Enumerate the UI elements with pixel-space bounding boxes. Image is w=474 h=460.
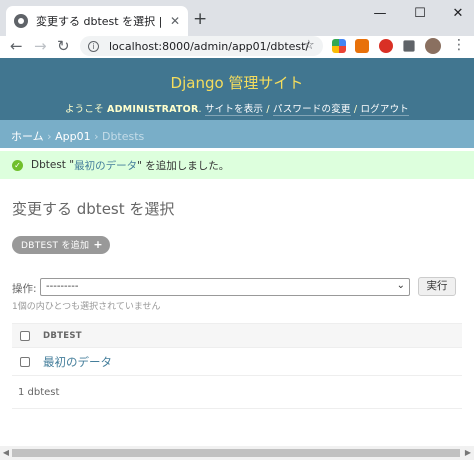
chevron-down-icon: ⌄	[396, 280, 405, 291]
row-object-link[interactable]: 最初のデータ	[43, 354, 112, 370]
table-header: DBTEST	[12, 323, 462, 348]
breadcrumb-separator: ›	[47, 130, 52, 143]
plus-icon: +	[93, 238, 103, 251]
breadcrumb-home[interactable]: ホーム	[11, 130, 44, 143]
add-dbtest-button[interactable]: DBTEST を追加 +	[12, 236, 110, 254]
globe-icon	[14, 14, 28, 28]
site-info-icon[interactable]: i	[88, 40, 99, 52]
browser-toolbar: ← → ↻ i localhost:8000/admin/app01/dbtes…	[0, 36, 474, 58]
new-tab-button[interactable]: +	[193, 9, 207, 29]
actions-label: 操作:	[12, 283, 37, 295]
close-window-button[interactable]: ✕	[448, 6, 468, 21]
tab-title: 変更する dbtest を選択 | Django サイト管理	[36, 15, 166, 28]
horizontal-scrollbar[interactable]: ◀ ▶	[0, 446, 474, 460]
tab-close-icon[interactable]: ✕	[170, 14, 180, 28]
breadcrumb-app[interactable]: App01	[55, 130, 91, 143]
scrollbar-thumb[interactable]	[12, 449, 460, 457]
checkmark-icon: ✓	[12, 159, 23, 171]
action-select-value: ---------	[46, 281, 79, 292]
table-row: 最初のデータ	[12, 348, 462, 376]
extensions-puzzle-icon[interactable]	[403, 40, 415, 52]
reload-button[interactable]: ↻	[57, 36, 70, 56]
browser-tabstrip: 変更する dbtest を選択 | Django サイト管理 ✕ + — ☐ ✕	[0, 0, 474, 36]
address-bar[interactable]: i localhost:8000/admin/app01/dbtest/	[80, 36, 323, 56]
maximize-button[interactable]: ☐	[410, 6, 430, 21]
view-site-link[interactable]: サイトを表示	[204, 104, 264, 116]
extension-3-icon[interactable]	[379, 39, 393, 53]
site-branding[interactable]: Django 管理サイト	[0, 72, 474, 93]
row-checkbox[interactable]	[20, 356, 30, 367]
paginator: 1 dbtest	[12, 377, 462, 409]
select-all-checkbox[interactable]	[20, 330, 30, 341]
url-text[interactable]: localhost:8000/admin/app01/dbtest/	[109, 40, 323, 53]
separator: /	[353, 104, 358, 115]
action-select[interactable]: --------- ⌄	[40, 278, 410, 296]
separator: /	[266, 104, 270, 115]
extension-1-icon[interactable]	[332, 39, 346, 53]
results-table: DBTEST 最初のデータ	[12, 323, 462, 376]
profile-avatar[interactable]	[425, 38, 441, 54]
scroll-left-icon[interactable]: ◀	[1, 446, 11, 460]
add-button-label: DBTEST を追加	[21, 241, 90, 251]
bookmark-star-icon[interactable]: ☆	[303, 36, 315, 56]
change-password-link[interactable]: パスワードの変更	[273, 104, 351, 116]
go-button[interactable]: 実行	[418, 277, 456, 296]
message-suffix: " を追加しました。	[137, 159, 230, 172]
minimize-button[interactable]: —	[370, 6, 390, 21]
breadcrumb: ホーム › App01 › Dbtests	[0, 120, 474, 148]
breadcrumb-separator: ›	[94, 130, 99, 143]
success-message: ✓ Dbtest " 最初のデータ " を追加しました。	[0, 151, 474, 179]
user-tools: ようこそ ADMINISTRATOR. サイトを表示 / パスワードの変更 / …	[64, 104, 409, 116]
extension-2-icon[interactable]	[355, 39, 369, 53]
message-object-link[interactable]: 最初のデータ	[74, 158, 137, 173]
forward-button[interactable]: →	[34, 36, 47, 56]
welcome-text: ようこそ	[64, 104, 104, 115]
breadcrumb-current: Dbtests	[101, 130, 145, 143]
action-counter: 1個の内ひとつも選択されていません	[12, 302, 161, 312]
browser-tab[interactable]: 変更する dbtest を選択 | Django サイト管理 ✕	[6, 6, 188, 36]
logout-link[interactable]: ログアウト	[360, 104, 409, 116]
scroll-right-icon[interactable]: ▶	[463, 446, 473, 460]
admin-header: Django 管理サイト ようこそ ADMINISTRATOR. サイトを表示 …	[0, 58, 474, 120]
message-prefix: Dbtest "	[31, 159, 75, 171]
back-button[interactable]: ←	[10, 36, 23, 56]
column-header-dbtest[interactable]: DBTEST	[43, 331, 82, 341]
username: ADMINISTRATOR	[107, 104, 199, 115]
browser-menu-icon[interactable]: ⋮	[452, 37, 466, 53]
page-title: 変更する dbtest を選択	[12, 200, 175, 218]
